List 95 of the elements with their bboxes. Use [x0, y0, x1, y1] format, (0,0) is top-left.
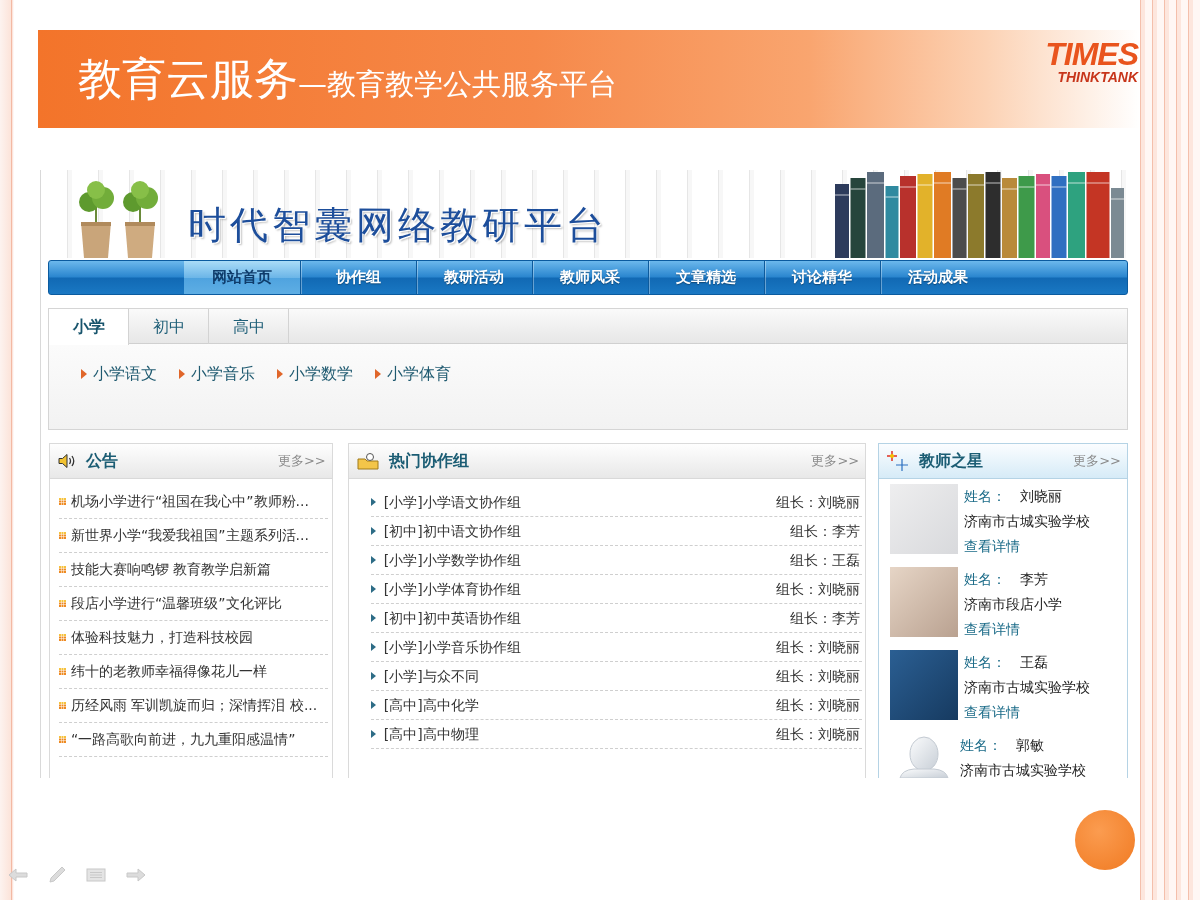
nav-menu-item[interactable]: 协作组 — [300, 261, 416, 294]
slide-title: 教育云服务 — [78, 55, 298, 103]
nav-menu-item[interactable]: 讨论精华 — [764, 261, 880, 294]
teacher-name: 王磊 — [1020, 654, 1049, 670]
triangle-bullet-icon — [370, 672, 376, 680]
teacher-school: 济南市段店小学 — [964, 595, 1063, 614]
subject-link[interactable]: 小学音乐 — [191, 362, 255, 386]
teacher-name: 李芳 — [1020, 571, 1049, 587]
nav-menu-item[interactable]: 文章精选 — [648, 261, 764, 294]
group-link[interactable]: [高中]高中化学 — [383, 694, 479, 716]
photo-placeholder — [890, 484, 959, 554]
triangle-bullet-icon — [370, 701, 376, 709]
details-link[interactable]: 查看详情 — [964, 538, 1021, 554]
name-label: 姓名： — [964, 488, 1007, 504]
notice-link[interactable]: “一路高歌向前进，九九重阳感温情” — [71, 729, 296, 750]
nav-menu-item[interactable]: 网站首页 — [184, 261, 300, 294]
details-link[interactable]: 查看详情 — [964, 621, 1021, 637]
group-leader: 组长：刘晓丽 — [776, 666, 861, 686]
subject-link[interactable]: 小学体育 — [387, 362, 451, 386]
notice-link[interactable]: 纬十的老教师幸福得像花儿一样 — [71, 661, 267, 682]
group-link[interactable]: [小学]小学体育协作组 — [383, 578, 521, 600]
subject-link[interactable]: 小学语文 — [93, 362, 157, 386]
level-tab[interactable]: 高中 — [209, 309, 289, 344]
slide-subtitle: —教育教学公共服务平台 — [298, 68, 617, 100]
sparkle-icon — [887, 451, 910, 471]
group-link[interactable]: [初中]初中英语协作组 — [383, 607, 521, 629]
name-label: 姓名： — [960, 737, 1003, 753]
logo-wordmark: TIMES — [1045, 38, 1138, 70]
notice-link[interactable]: 体验科技魅力，打造科技校园 — [71, 627, 253, 648]
triangle-bullet-icon — [370, 643, 376, 651]
teacher-name: 刘晓丽 — [1020, 488, 1063, 504]
grid-bullet-icon — [59, 600, 66, 607]
photo-placeholder — [890, 650, 959, 720]
teacher-name: 郭敏 — [1016, 737, 1045, 753]
grid-bullet-icon — [59, 498, 66, 505]
group-link[interactable]: [小学]小学音乐协作组 — [383, 636, 521, 658]
site-title: 时代智囊网络教研平台 — [188, 206, 608, 246]
details-link[interactable]: 查看详情 — [964, 704, 1021, 720]
panel-title: 教师之星 — [919, 450, 984, 472]
notice-link[interactable]: 新世界小学“我爱我祖国”主题系列活... — [71, 525, 309, 546]
group-leader: 组长：李芳 — [790, 521, 861, 541]
triangle-bullet-icon — [370, 556, 376, 564]
triangle-bullet-icon — [370, 730, 376, 738]
notice-link[interactable]: 机场小学进行“祖国在我心中”教师粉... — [71, 491, 309, 512]
nav-menu-item[interactable]: 教研活动 — [416, 261, 532, 294]
group-link[interactable]: [小学]小学数学协作组 — [383, 549, 521, 571]
group-link[interactable]: [高中]高中物理 — [383, 723, 479, 745]
group-leader: 组长：王磊 — [790, 550, 861, 570]
grid-bullet-icon — [59, 668, 66, 675]
panel-title: 公告 — [86, 450, 118, 472]
triangle-bullet-icon — [370, 614, 376, 622]
grid-bullet-icon — [59, 532, 66, 539]
subject-link[interactable]: 小学数学 — [289, 362, 353, 386]
teacher-school: 济南市古城实验学校 — [964, 678, 1091, 697]
teacher-school: 济南市古城实验学校 — [964, 512, 1091, 531]
name-label: 姓名： — [964, 654, 1007, 670]
triangle-bullet-icon — [81, 369, 87, 379]
notice-link[interactable]: 技能大赛响鸣锣 教育教学启新篇 — [71, 559, 272, 580]
triangle-bullet-icon — [179, 369, 185, 379]
triangle-bullet-icon — [277, 369, 283, 379]
notice-link[interactable]: 历经风雨 军训凯旋而归；深情挥泪 校... — [71, 695, 318, 716]
nav-menu-item[interactable]: 教师风采 — [532, 261, 648, 294]
panel-title: 热门协作组 — [388, 450, 469, 472]
folder-icon — [356, 452, 379, 470]
nav-menu-item[interactable]: 活动成果 — [880, 261, 996, 294]
teacher-school: 济南市古城实验学校 — [960, 761, 1087, 778]
group-leader: 组长：李芳 — [790, 608, 861, 628]
logo-tagline: THINKTANK — [1057, 70, 1138, 86]
forward-arrow-icon[interactable] — [126, 868, 146, 882]
group-link[interactable]: [小学]小学语文协作组 — [383, 491, 521, 513]
level-tab[interactable]: 初中 — [129, 309, 209, 344]
photo-placeholder — [890, 567, 959, 637]
group-link[interactable]: [小学]与众不同 — [383, 665, 479, 687]
triangle-bullet-icon — [370, 527, 376, 535]
group-link[interactable]: [初中]初中语文协作组 — [383, 520, 521, 542]
decorative-circle — [1075, 810, 1135, 870]
triangle-bullet-icon — [370, 498, 376, 506]
pen-icon[interactable] — [48, 866, 66, 884]
group-leader: 组长：刘晓丽 — [776, 695, 861, 715]
group-leader: 组长：刘晓丽 — [776, 724, 861, 744]
grid-bullet-icon — [59, 736, 66, 743]
grid-bullet-icon — [59, 566, 66, 573]
triangle-bullet-icon — [370, 585, 376, 593]
menu-icon[interactable] — [86, 868, 106, 882]
back-arrow-icon[interactable] — [8, 868, 28, 882]
name-label: 姓名： — [964, 571, 1007, 587]
notice-link[interactable]: 段店小学进行“温馨班级”文化评比 — [71, 593, 282, 614]
speaker-icon — [58, 453, 76, 469]
group-leader: 组长：刘晓丽 — [776, 492, 861, 512]
triangle-bullet-icon — [375, 369, 381, 379]
group-leader: 组长：刘晓丽 — [776, 579, 861, 599]
level-tab[interactable]: 小学 — [49, 309, 129, 345]
group-leader: 组长：刘晓丽 — [776, 637, 861, 657]
grid-bullet-icon — [59, 702, 66, 709]
grid-bullet-icon — [59, 634, 66, 641]
